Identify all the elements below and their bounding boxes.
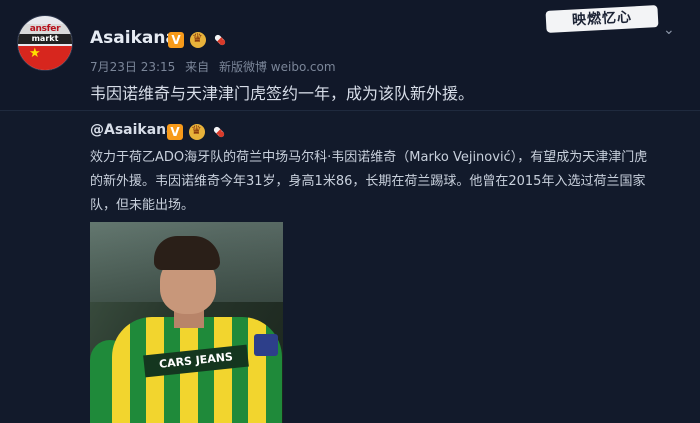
pill-icon[interactable] <box>212 32 228 48</box>
avatar[interactable]: ansfer markt ★ <box>17 15 73 71</box>
avatar-logo-line2: markt <box>18 34 72 44</box>
post-time[interactable]: 7月23日 23:15 <box>90 60 175 74</box>
captain-band <box>254 334 278 356</box>
post-card: ansfer markt ★ Asaikana V 7月23日 23:15 来自… <box>0 0 700 110</box>
post-photo[interactable]: CARS JEANS <box>90 222 283 423</box>
repost-body: 效力于荷乙ADO海牙队的荷兰中场马尔科·韦因诺维奇（Marko Vejinovi… <box>90 150 648 213</box>
repost-pill-icon[interactable] <box>211 124 227 140</box>
repost-verified-v-icon[interactable]: V <box>167 124 183 140</box>
repost-author[interactable]: @Asaikana <box>90 122 176 138</box>
post-via: 来自 <box>185 60 210 74</box>
username[interactable]: Asaikana <box>90 28 177 48</box>
post-meta: 7月23日 23:15 来自 新版微博 weibo.com <box>90 58 342 75</box>
photo-hair <box>154 236 220 270</box>
post-client[interactable]: 新版微博 weibo.com <box>219 60 336 74</box>
repost-header: @Asaikana <box>90 122 176 138</box>
avatar-logo-line1: ansfer <box>18 24 72 34</box>
verified-v-icon[interactable]: V <box>168 32 184 48</box>
flag-icon: ★ <box>18 46 72 70</box>
repost-crown-icon[interactable] <box>189 123 205 140</box>
chevron-down-icon[interactable]: ⌄ <box>663 22 675 38</box>
watermark: 映燃忆心 <box>545 5 659 33</box>
crown-icon[interactable] <box>190 31 206 48</box>
post-text: 韦因诺维奇与天津津门虎签约一年，成为该队新外援。 <box>90 84 475 103</box>
